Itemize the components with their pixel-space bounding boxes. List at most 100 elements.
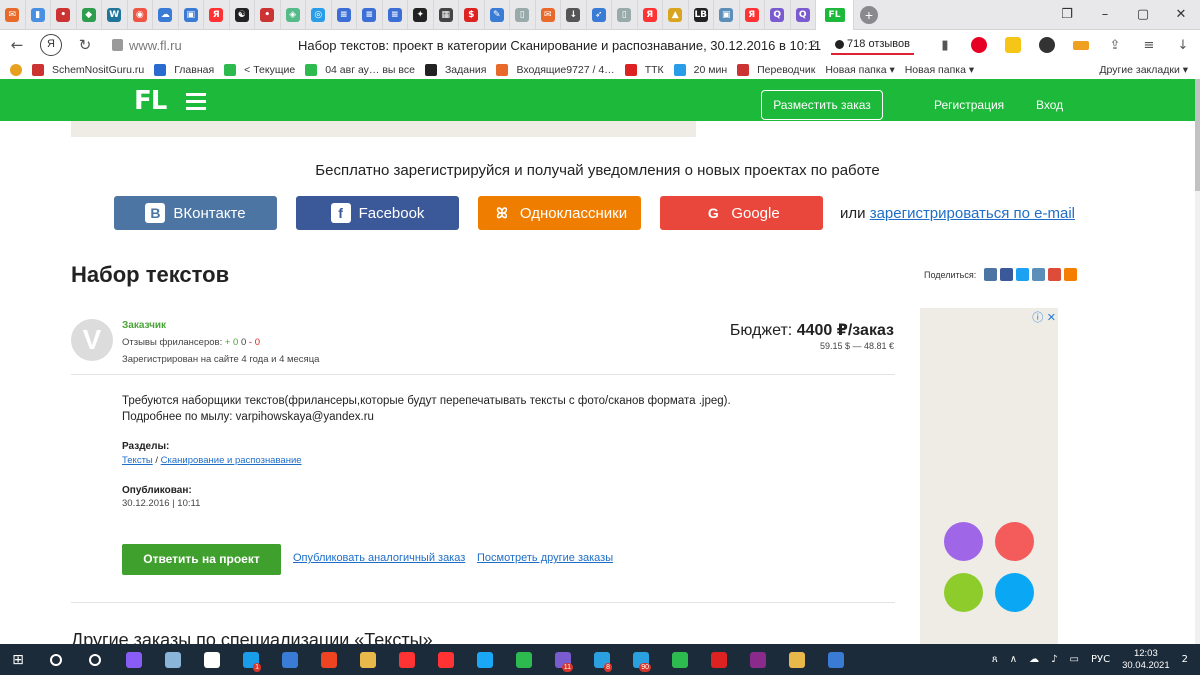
bookmark-item[interactable]: Входящие9727 / 4… [496,63,615,76]
twitter-share-icon[interactable] [1016,268,1030,281]
notes-icon[interactable] [153,644,192,675]
chrome-icon[interactable] [777,644,816,675]
browser-tab[interactable]: Q [765,0,791,30]
people-icon[interactable]: ጸ [992,654,998,665]
browser-tab[interactable]: ▦ [434,0,459,30]
ad-circle[interactable] [995,522,1034,561]
bookmark-item[interactable]: SchemNositGuru.ru [32,63,144,76]
ad-info-icon[interactable]: ⓘ ✕ [1032,309,1056,325]
publish-similar-link[interactable]: Опубликовать аналогичный заказ [293,552,465,564]
windows-start-icon[interactable]: ⊞ [0,652,36,668]
vk-share-icon[interactable] [984,268,998,281]
bookmark-item[interactable]: Задания [424,63,486,76]
bookmark-icon[interactable]: ▮ [928,30,962,60]
bookmark-item[interactable]: 20 мин [673,63,727,76]
ad-circle[interactable] [995,573,1034,612]
browser-tab[interactable]: ▮ [26,0,51,30]
browser-tab[interactable]: ◈ [281,0,306,30]
browser-tab[interactable]: ✉ [536,0,561,30]
googleplus-share-icon[interactable] [1048,268,1062,281]
bookmark-item[interactable]: Новая папка ▾ [905,64,974,76]
bookmark-item[interactable]: Главная [154,63,214,76]
livejournal-share-icon[interactable] [1032,268,1046,281]
browser-tab[interactable]: ▲ [663,0,689,30]
place-order-button[interactable]: Разместить заказ [761,90,883,120]
browser-tab[interactable]: ✉ [0,0,26,30]
mail-icon[interactable] [270,644,309,675]
tabs-icon[interactable]: 2 [797,30,831,60]
section-link-scanning[interactable]: Сканирование и распознавание [161,455,302,466]
browser-tab[interactable]: ✎ [485,0,510,30]
bookmark-item[interactable]: Новая папка ▾ [825,64,894,76]
yandex-icon[interactable] [387,644,426,675]
alice-icon[interactable] [114,644,153,675]
browser-tab[interactable]: ☁ [153,0,179,30]
scrollbar-thumb[interactable] [1195,79,1200,191]
volume-icon[interactable]: ♪ [1051,654,1057,665]
browser-tab[interactable]: ▣ [714,0,740,30]
register-link[interactable]: Регистрация [934,98,1004,112]
browser-tab[interactable]: ▣ [179,0,204,30]
reviews-badge[interactable]: 718 отзывов [831,35,914,55]
browser-tab[interactable]: ≡ [383,0,408,30]
battery-icon[interactable] [1064,30,1098,60]
browser-tab[interactable]: ≡ [332,0,357,30]
ad-circle[interactable] [944,573,983,612]
login-link[interactable]: Вход [1036,98,1063,112]
facebook-login-button[interactable]: f Facebook [296,196,459,230]
page-scrollbar[interactable] [1195,79,1200,644]
reviews-positive[interactable]: + 0 [225,337,238,348]
download-icon[interactable]: ↓ [1166,30,1200,60]
browser-tab[interactable]: • [255,0,281,30]
evernote-icon[interactable] [660,644,699,675]
see-other-orders-link[interactable]: Посмотреть другие заказы [477,552,613,564]
hamburger-menu-icon[interactable] [186,93,206,114]
menu-icon[interactable]: ≡ [1132,30,1166,60]
network-icon[interactable]: ▭ [1070,654,1079,665]
winrar-icon[interactable] [738,644,777,675]
bookmark-item[interactable]: < Текущие [224,63,295,76]
browser-tab[interactable]: ➶ [587,0,612,30]
chevron-up-icon[interactable]: ∧ [1010,654,1017,665]
browser-tab[interactable]: ▯ [612,0,638,30]
browser-tab[interactable]: Я [638,0,663,30]
bookmark-settings-icon[interactable] [10,63,22,76]
browser-tab[interactable]: • [51,0,77,30]
browser-tab-active[interactable]: FL [816,0,854,30]
browser-tab[interactable]: Я [204,0,230,30]
telegram-icon[interactable]: 8 [582,644,621,675]
reviews-negative[interactable]: - 0 [249,337,260,348]
browser-tab[interactable]: Q [791,0,816,30]
bookmark-item[interactable]: ТТК [624,63,664,76]
ad-banner[interactable]: ⓘ ✕ [920,308,1058,644]
yandex-home-icon[interactable]: Я [40,34,62,56]
reply-to-project-button[interactable]: Ответить на проект [122,544,281,575]
url-field[interactable]: www.fl.ru [129,38,182,53]
browser-tab[interactable]: ◉ [128,0,153,30]
ad-circle[interactable] [944,522,983,561]
store-icon[interactable] [192,644,231,675]
viber-icon[interactable]: 11 [543,644,582,675]
cloud-icon[interactable]: ☁ [1029,654,1039,665]
browser-tab[interactable]: ◆ [77,0,102,30]
browser-tab[interactable]: ▯ [510,0,536,30]
browser-tab[interactable]: ◎ [306,0,332,30]
bookmark-item[interactable]: Переводчик [737,63,815,76]
restore-icon[interactable]: ▢ [1124,0,1162,30]
filezilla-icon[interactable] [699,644,738,675]
search-icon[interactable] [36,644,75,675]
folder-icon[interactable] [348,644,387,675]
browser-tab[interactable]: ↓ [561,0,587,30]
vk-login-button[interactable]: B ВКонтакте [114,196,277,230]
browser-tab[interactable]: W [102,0,128,30]
other-bookmarks[interactable]: Другие закладки ▾ [1099,64,1188,76]
whatsapp-icon[interactable] [504,644,543,675]
reload-icon[interactable]: ↻ [68,36,102,54]
bolt-icon[interactable] [465,644,504,675]
fl-logo[interactable]: FL [134,86,167,116]
avatar[interactable]: V [71,319,113,361]
telegram-icon[interactable]: 90 [621,644,660,675]
collections-icon[interactable]: ❐ [1048,0,1086,30]
new-tab-button[interactable]: + [854,0,884,30]
browser-tab[interactable]: $ [459,0,485,30]
